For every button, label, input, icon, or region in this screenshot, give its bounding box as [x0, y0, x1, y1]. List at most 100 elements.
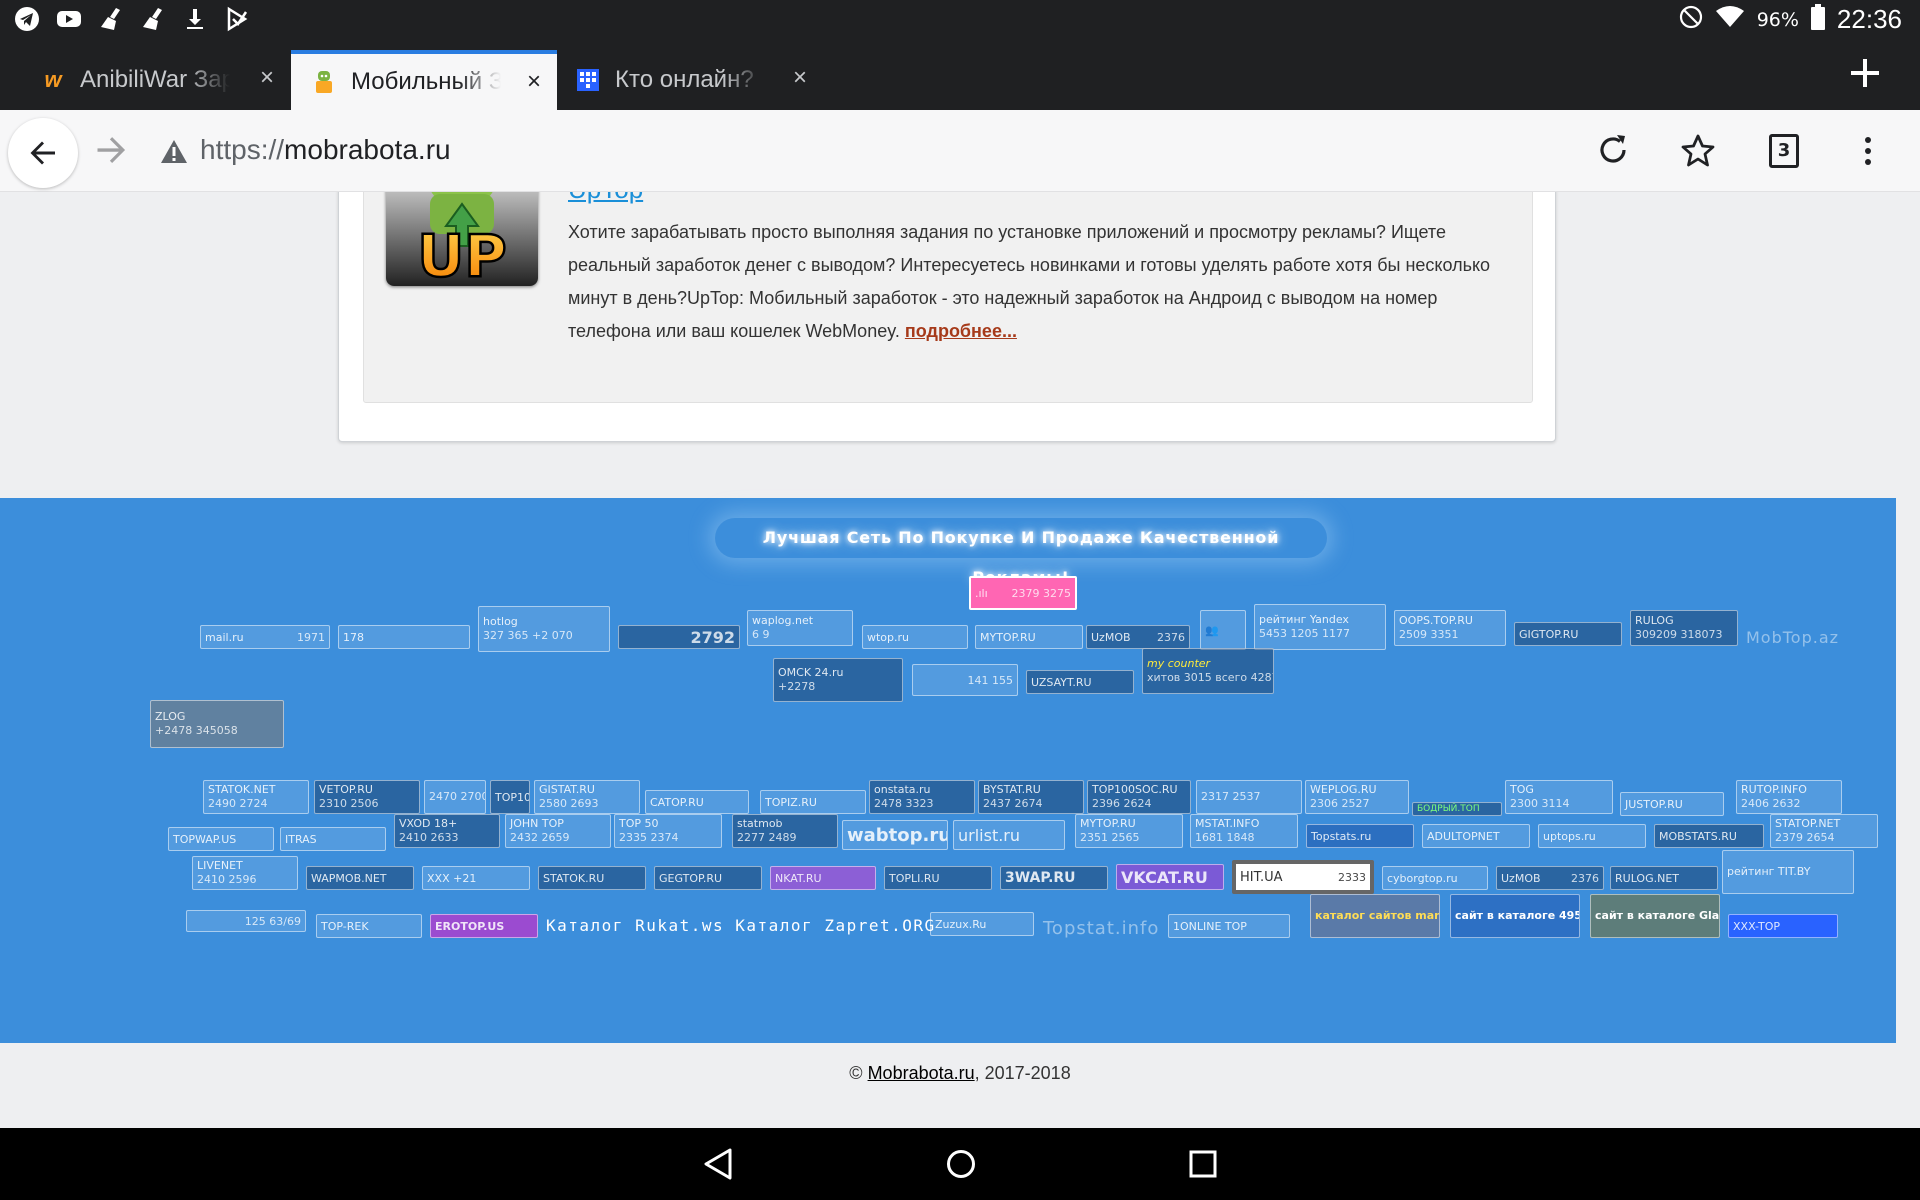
counter-xxx21[interactable]: XXX +21 — [422, 866, 530, 890]
counter-zuzux[interactable]: Zuzux.Ru — [930, 912, 1034, 936]
counter-omsk24[interactable]: OMCK 24.ru +2278 — [773, 658, 903, 702]
counter-zlog[interactable]: ZLOG +2478 345058 — [150, 700, 284, 748]
counter-2792[interactable]: 2792 — [618, 625, 740, 649]
counter-rulog-net[interactable]: RULOG.NET — [1610, 866, 1718, 890]
counter-statok-ru[interactable]: STATOK.RU — [538, 866, 646, 890]
close-tab-icon[interactable]: × — [793, 66, 807, 90]
topstat-link[interactable]: Topstat.info — [1043, 918, 1159, 939]
counter-toprek[interactable]: TOP-REK — [316, 914, 422, 938]
counter-topli[interactable]: TOPLI.RU — [884, 866, 992, 890]
counter-bodryi[interactable]: БОДРЫЙ.ТОП — [1412, 802, 1502, 816]
counter-erotop[interactable]: EROTOP.US — [430, 914, 538, 938]
counter-weplog[interactable]: WEPLOG.RU 2306 2527 — [1305, 780, 1409, 814]
counter-manyweb[interactable]: каталог сайтов manyweb.ru — [1310, 894, 1440, 938]
close-tab-icon[interactable]: × — [527, 70, 541, 94]
counter-topstats[interactable]: Topstats.ru — [1306, 824, 1414, 848]
counter-waplog[interactable]: waplog.net 6 9 — [747, 610, 853, 646]
tab-title: Кто онлайн? — [615, 66, 754, 93]
counter-uzmob2[interactable]: UzMOB 2376 — [1496, 866, 1604, 890]
back-button[interactable] — [8, 118, 78, 188]
counter-statmob[interactable]: statmob 2277 2489 — [732, 814, 838, 848]
counter-itras[interactable]: ITRAS — [280, 827, 386, 851]
counter-xxxtop[interactable]: XXX-TOP — [1728, 914, 1838, 938]
counter-topiz[interactable]: TOPIZ.RU — [760, 790, 866, 814]
ad-network-banner[interactable]: Лучшая Сеть По Покупке И Продаже Качеств… — [715, 518, 1327, 587]
counter-vxod18[interactable]: VXOD 18+ 2410 2633 — [394, 814, 500, 848]
menu-icon[interactable] — [1849, 132, 1887, 170]
counter-141[interactable]: 141 155 — [912, 664, 1018, 696]
counter-urlist[interactable]: urlist.ru — [953, 820, 1065, 850]
nav-home-button[interactable] — [943, 1146, 979, 1182]
counter-tog[interactable]: TOG 2300 3114 — [1505, 780, 1613, 814]
tab-switcher-button[interactable]: 3 — [1769, 134, 1799, 168]
mobtop-link[interactable]: MobTop.az — [1746, 628, 1839, 647]
counter-livenet[interactable]: LIVENET 2410 2596 — [192, 856, 298, 890]
url-text[interactable]: https://mobrabota.ru — [200, 134, 451, 166]
counter-statop[interactable]: STATOP.NET 2379 2654 — [1770, 814, 1878, 848]
counter-mstat[interactable]: MSTAT.INFO 1681 1848 — [1190, 814, 1298, 848]
counter-rutop-info[interactable]: RUTOP.INFO 2406 2632 — [1736, 780, 1842, 814]
counter-2470[interactable]: 2470 2700 — [424, 780, 486, 814]
uptop-app-icon[interactable]: UP — [386, 192, 538, 286]
counter-wabtop[interactable]: wabtop.ru — [842, 820, 948, 850]
counter-gegtop[interactable]: GEGTOP.RU — [654, 866, 762, 890]
counter-top100[interactable]: TOP100 — [490, 780, 530, 814]
reload-icon[interactable] — [1594, 132, 1632, 170]
bookmark-star-icon[interactable] — [1679, 132, 1717, 170]
counter-bystat[interactable]: BYSTAT.RU 2437 2674 — [978, 780, 1084, 814]
tab-kto-online[interactable]: Кто онлайн? × — [557, 50, 823, 110]
close-tab-icon[interactable]: × — [260, 66, 274, 90]
counter-statok-net[interactable]: STATOK.NET 2490 2724 — [203, 780, 309, 814]
counter-uzmob[interactable]: UzMOB 2376 — [1086, 625, 1190, 649]
counter-1online[interactable]: 1ONLINE TOP — [1168, 914, 1290, 938]
counter-gigtop[interactable]: GIGTOP.RU — [1514, 622, 1622, 646]
counter-top100soc[interactable]: TOP100SOC.RU 2396 2624 — [1087, 780, 1191, 814]
counter-yandex[interactable]: рейтинг Yandex 5453 1205 1177 — [1254, 604, 1386, 650]
counter-people[interactable]: 👥 — [1200, 610, 1246, 650]
counter-uptops[interactable]: uptops.ru — [1538, 824, 1646, 848]
counter-wtop[interactable]: wtop.ru — [862, 625, 968, 649]
read-more-link[interactable]: подробнее... — [905, 321, 1017, 341]
counter-oopstop[interactable]: OOPS.TOP.RU 2509 3351 — [1394, 610, 1506, 646]
counter-vkcat[interactable]: VKCAT.RU — [1116, 864, 1224, 890]
counter-adultopnet[interactable]: ADULTOPNET — [1422, 824, 1530, 848]
counter-rulog[interactable]: RULOG 309209 318073 — [1630, 610, 1738, 646]
counter-mailru[interactable]: mail.ru 1971 — [200, 625, 330, 649]
counter-mytop[interactable]: MYTOP.RU — [975, 625, 1083, 649]
counter-titby[interactable]: рейтинг TIT.BY — [1722, 850, 1854, 894]
counter-catop[interactable]: CATOP.RU — [645, 790, 749, 814]
footer-site-link[interactable]: Mobrabota.ru — [868, 1063, 975, 1083]
counter-hitua[interactable]: HIT.UA 2333 — [1232, 860, 1374, 894]
counter-justop[interactable]: JUSTOP.RU — [1620, 792, 1724, 816]
counter-mytop2[interactable]: MYTOP.RU 2351 2565 — [1075, 814, 1183, 848]
pink-counter[interactable]: .ılı 2379 3275 — [969, 576, 1077, 610]
counter-vetop[interactable]: VETOP.RU 2310 2506 — [314, 780, 420, 814]
counter-mycounter[interactable]: my counterхитов 3015 всего 428727 — [1142, 648, 1274, 694]
counter-uzsayt[interactable]: UZSAYT.RU — [1026, 670, 1134, 694]
warning-icon[interactable] — [160, 138, 188, 166]
counter-topwap[interactable]: TOPWAP.US — [168, 827, 274, 851]
tab-anibiliwar[interactable]: w AnibiliWar Зарабатывай × — [0, 50, 290, 110]
counter-125[interactable]: 125 63/69 — [186, 910, 306, 932]
counter-wapmob[interactable]: WAPMOB.NET — [306, 866, 414, 890]
counter-johntop[interactable]: JOHN TOP 2432 2659 — [505, 814, 611, 848]
counter-hotlog[interactable]: hotlog 327 365 +2 070 — [478, 606, 610, 652]
counter-gistat[interactable]: GISTAT.RU 2580 2693 — [534, 780, 640, 814]
forward-button[interactable] — [93, 132, 129, 168]
counter-2317[interactable]: 2317 2537 — [1196, 780, 1302, 814]
catalog-text-links[interactable]: Каталог Rukat.ws Каталог Zapret.ORG — [546, 916, 936, 935]
counter-mobstats[interactable]: MOBSTATS.RU — [1654, 824, 1764, 848]
counter-nkat[interactable]: NKAT.RU — [770, 866, 876, 890]
counter-3wap[interactable]: 3WAP.RU — [1000, 866, 1108, 890]
nav-recents-button[interactable] — [1185, 1146, 1221, 1182]
new-tab-icon[interactable] — [1848, 56, 1882, 90]
counter-178[interactable]: 178 — [338, 625, 470, 649]
nav-back-button[interactable] — [700, 1146, 736, 1182]
app-title-link[interactable]: UpTop — [568, 192, 643, 205]
counter-glavboard[interactable]: сайт в каталоге GlavBoard.ru — [1590, 894, 1720, 938]
tab-mobrabota[interactable]: Мобильный Заработок × — [291, 50, 557, 110]
counter-top50[interactable]: TOP 50 2335 2374 — [614, 814, 722, 848]
counter-495ru[interactable]: сайт в каталоге 495RU.ru — [1450, 894, 1580, 938]
counter-cyborgtop[interactable]: cyborgtop.ru — [1382, 866, 1488, 890]
counter-onstata[interactable]: onstata.ru 2478 3323 — [869, 780, 975, 814]
